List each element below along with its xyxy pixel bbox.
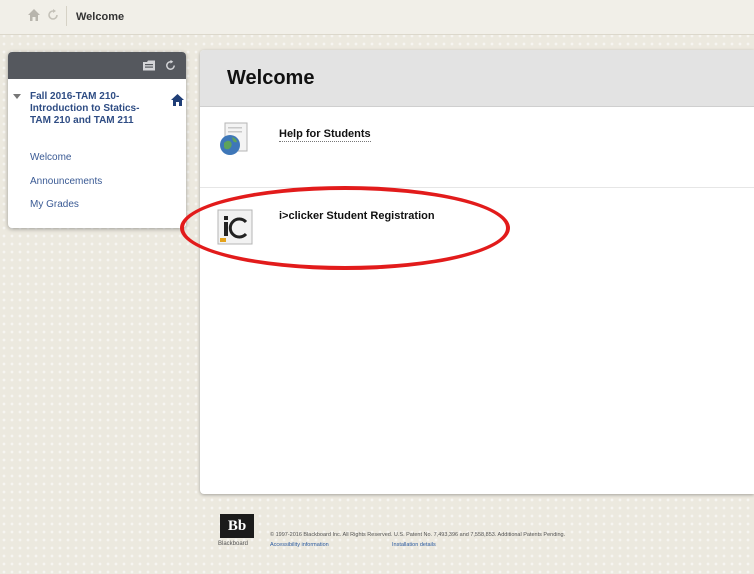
collapse-triangle-icon[interactable] (13, 94, 21, 99)
page-title: Welcome (227, 67, 315, 89)
refresh-icon[interactable] (164, 59, 177, 72)
iclicker-registration-link[interactable]: i>clicker Student Registration (279, 210, 435, 222)
content-item: Help for Students (200, 107, 754, 188)
copyright-text: © 1997-2016 Blackboard Inc. All Rights R… (270, 532, 566, 538)
installation-details-link[interactable]: Installation details (392, 542, 436, 548)
iclicker-icon (217, 209, 253, 245)
blackboard-logo: Bb (220, 514, 254, 538)
help-for-students-link[interactable]: Help for Students (279, 128, 371, 142)
content-item: i>clicker Student Registration (200, 188, 754, 258)
globe-document-icon (220, 122, 248, 155)
menu-link-my-grades[interactable]: My Grades (30, 199, 79, 210)
home-icon[interactable] (27, 8, 41, 22)
breadcrumb[interactable]: Welcome (76, 11, 124, 23)
course-menu: Fall 2016-TAM 210-Introduction to Static… (8, 52, 186, 228)
course-title[interactable]: Fall 2016-TAM 210-Introduction to Static… (30, 91, 160, 127)
content-area: Welcome Help for Students i>clicker Stud… (200, 50, 754, 494)
accessibility-link[interactable]: Accessibility information (270, 542, 329, 548)
course-home-icon (171, 94, 184, 106)
footer: Bb Blackboard © 1997-2016 Blackboard Inc… (0, 500, 754, 574)
menu-link-announcements[interactable]: Announcements (30, 176, 102, 187)
page-header: Welcome (200, 50, 754, 107)
folder-view-icon[interactable] (142, 59, 156, 72)
menu-link-welcome[interactable]: Welcome (30, 152, 72, 163)
blackboard-wordmark: Blackboard (218, 541, 249, 547)
breadcrumb-bar: Welcome (0, 0, 754, 35)
course-menu-header (8, 52, 186, 79)
refresh-icon[interactable] (46, 8, 60, 22)
divider (66, 6, 67, 26)
